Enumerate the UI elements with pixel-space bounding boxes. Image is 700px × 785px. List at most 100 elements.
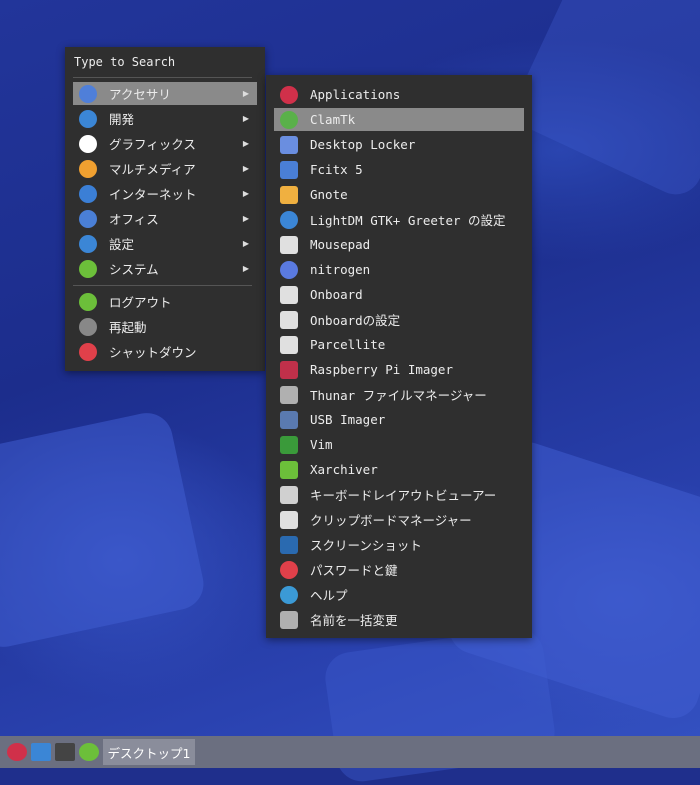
wallpaper-shape <box>0 408 209 652</box>
app-item[interactable]: スクリーンショット <box>274 533 524 556</box>
app-label: スクリーンショット <box>310 538 422 553</box>
usb-imager-icon <box>280 410 298 429</box>
raspberry-pi-imager-icon <box>280 360 298 379</box>
app-label: Applications <box>310 87 401 102</box>
app-label: ヘルプ <box>310 588 348 603</box>
menu-launcher-icon[interactable] <box>7 743 27 761</box>
app-item[interactable]: Fcitx 5 <box>274 158 524 181</box>
taskbar-workspace-button[interactable]: デスクトップ1 <box>103 739 195 765</box>
session-action-label: 再起動 <box>109 320 147 335</box>
clipboard-icon <box>280 510 298 529</box>
accessories-icon <box>79 84 97 103</box>
screenshot-icon <box>280 535 298 554</box>
category-label: インターネット <box>109 187 197 202</box>
app-item[interactable]: USB Imager <box>274 408 524 431</box>
app-label: パスワードと鍵 <box>310 563 398 578</box>
app-item[interactable]: Desktop Locker <box>274 133 524 156</box>
passwords-icon <box>280 560 298 579</box>
settings-launcher-icon[interactable] <box>79 743 99 761</box>
app-item[interactable]: Gnote <box>274 183 524 206</box>
parcellite-icon <box>280 335 298 354</box>
category-label: オフィス <box>109 212 159 227</box>
app-item[interactable]: Onboard <box>274 283 524 306</box>
category-label: マルチメディア <box>109 162 196 177</box>
app-label: 名前を一括変更 <box>310 613 398 628</box>
app-item[interactable]: Vim <box>274 433 524 456</box>
submenu-arrow-icon: ▶ <box>242 239 249 248</box>
app-label: Parcellite <box>310 337 386 352</box>
onboard-icon <box>280 285 298 304</box>
app-item[interactable]: Mousepad <box>274 233 524 256</box>
session-action-item[interactable]: 再起動 <box>73 315 257 338</box>
app-item[interactable]: Thunar ファイルマネージャー <box>274 383 524 406</box>
app-label: Xarchiver <box>310 462 378 477</box>
app-label: USB Imager <box>310 412 386 427</box>
app-item[interactable]: パスワードと鍵 <box>274 558 524 581</box>
development-icon <box>79 109 97 128</box>
graphics-icon <box>79 134 97 153</box>
app-label: Onboardの設定 <box>310 313 401 328</box>
bulk-rename-icon <box>280 610 298 629</box>
category-item[interactable]: 設定 ▶ <box>73 232 257 255</box>
session-action-label: シャットダウン <box>109 345 197 360</box>
nitrogen-icon <box>280 260 298 279</box>
app-label: クリップボードマネージャー <box>310 513 472 528</box>
session-action-label: ログアウト <box>109 295 172 310</box>
session-action-item[interactable]: シャットダウン <box>73 340 257 363</box>
app-label: LightDM GTK+ Greeter の設定 <box>310 213 506 228</box>
app-item[interactable]: nitrogen <box>274 258 524 281</box>
category-label: 設定 <box>109 237 135 252</box>
app-item[interactable]: 名前を一括変更 <box>274 608 524 631</box>
app-item[interactable]: Onboardの設定 <box>274 308 524 331</box>
submenu-arrow-icon: ▶ <box>242 139 249 148</box>
submenu-arrow-icon: ▶ <box>242 89 249 98</box>
category-label: システム <box>109 262 159 277</box>
thunar-icon <box>280 385 298 404</box>
app-item[interactable]: Applications <box>274 83 524 106</box>
menu-separator <box>73 77 252 78</box>
keyboard-icon <box>280 485 298 504</box>
shutdown-icon <box>79 342 97 361</box>
app-label: nitrogen <box>310 262 371 277</box>
category-item[interactable]: 開発 ▶ <box>73 107 257 130</box>
search-prompt[interactable]: Type to Search <box>74 55 175 69</box>
category-item[interactable]: アクセサリ ▶ <box>73 82 257 105</box>
app-item[interactable]: LightDM GTK+ Greeter の設定 <box>274 208 524 231</box>
category-label: グラフィックス <box>109 137 196 152</box>
category-item[interactable]: グラフィックス ▶ <box>73 132 257 155</box>
terminal-icon[interactable] <box>55 743 75 761</box>
submenu-arrow-icon: ▶ <box>242 214 249 223</box>
app-label: Onboard <box>310 287 363 302</box>
app-item[interactable]: ClamTk <box>274 108 524 131</box>
file-manager-icon[interactable] <box>31 743 51 761</box>
submenu-arrow-icon: ▶ <box>242 164 249 173</box>
app-item[interactable]: Parcellite <box>274 333 524 356</box>
app-item[interactable]: クリップボードマネージャー <box>274 508 524 531</box>
lightdm-icon <box>280 210 298 229</box>
system-icon <box>79 259 97 278</box>
restart-icon <box>79 317 97 336</box>
app-item[interactable]: Raspberry Pi Imager <box>274 358 524 381</box>
app-item[interactable]: キーボードレイアウトビューアー <box>274 483 524 506</box>
desktop-locker-icon <box>280 135 298 154</box>
multimedia-icon <box>79 159 97 178</box>
menu-separator <box>73 285 252 286</box>
category-label: アクセサリ <box>109 87 171 102</box>
xarchiver-icon <box>280 460 298 479</box>
category-item[interactable]: マルチメディア ▶ <box>73 157 257 180</box>
category-label: 開発 <box>109 112 135 127</box>
fcitx-icon <box>280 160 298 179</box>
app-label: Thunar ファイルマネージャー <box>310 388 487 403</box>
submenu-arrow-icon: ▶ <box>242 114 249 123</box>
logout-icon <box>79 292 97 311</box>
category-item[interactable]: システム ▶ <box>73 257 257 280</box>
app-item[interactable]: Xarchiver <box>274 458 524 481</box>
app-item[interactable]: ヘルプ <box>274 583 524 606</box>
app-label: Mousepad <box>310 237 371 252</box>
category-item[interactable]: インターネット ▶ <box>73 182 257 205</box>
category-item[interactable]: オフィス ▶ <box>73 207 257 230</box>
help-icon <box>280 585 298 604</box>
session-action-item[interactable]: ログアウト <box>73 290 257 313</box>
app-label: Gnote <box>310 187 348 202</box>
office-icon <box>79 209 97 228</box>
